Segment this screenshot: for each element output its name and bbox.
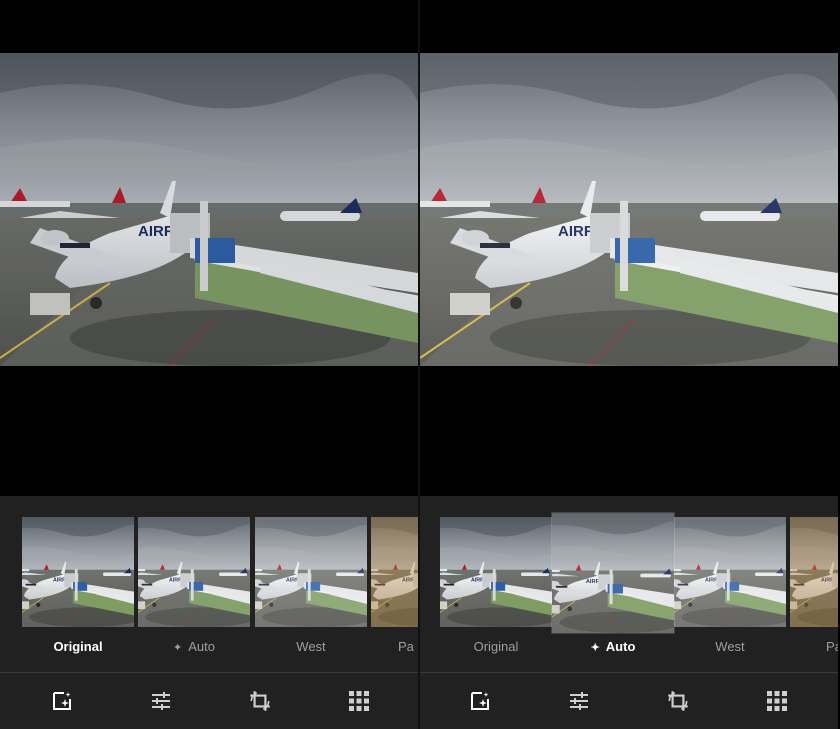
- edit-toolbar: [420, 673, 838, 729]
- edit-toolbar: [0, 673, 418, 729]
- filter-label-original[interactable]: Original: [440, 639, 552, 657]
- adjust-sliders-icon[interactable]: [147, 687, 175, 715]
- filter-label-palma[interactable]: Pa: [826, 639, 838, 657]
- auto-enhance-icon[interactable]: [48, 687, 76, 715]
- filter-label-auto-text: Auto: [605, 639, 636, 654]
- adjust-sliders-icon[interactable]: [565, 687, 593, 715]
- filter-label-auto-text: Auto: [188, 639, 215, 654]
- filter-strip[interactable]: Original ✦ Auto West Pa: [420, 496, 838, 672]
- photo-preview: [0, 53, 418, 366]
- filter-label-palma[interactable]: Pa: [398, 639, 418, 657]
- filter-label-west[interactable]: West: [255, 639, 367, 657]
- photo-preview: [420, 53, 838, 366]
- before-panel: Original ✦ Auto West Pa: [0, 0, 418, 729]
- crop-rotate-icon[interactable]: [664, 687, 692, 715]
- filter-label-west[interactable]: West: [674, 639, 786, 657]
- filter-thumb-west[interactable]: [674, 517, 786, 627]
- filter-grid-icon[interactable]: [763, 687, 791, 715]
- filter-thumb-west[interactable]: [255, 517, 367, 627]
- filter-thumb-original[interactable]: [440, 517, 552, 627]
- filter-strip[interactable]: Original ✦ Auto West Pa: [0, 496, 418, 672]
- filter-label-auto[interactable]: ✦ Auto: [552, 639, 674, 657]
- filter-grid-icon[interactable]: [345, 687, 373, 715]
- filter-thumb-palma[interactable]: [371, 517, 418, 627]
- filter-thumb-auto[interactable]: [552, 513, 674, 633]
- crop-rotate-icon[interactable]: [246, 687, 274, 715]
- filter-thumb-auto[interactable]: [138, 517, 250, 627]
- filter-label-auto[interactable]: ✦ Auto: [138, 639, 250, 657]
- sparkle-icon: ✦: [590, 642, 600, 654]
- sparkle-icon: ✦: [173, 642, 183, 654]
- auto-enhance-icon[interactable]: [466, 687, 494, 715]
- filter-thumb-original[interactable]: [22, 517, 134, 627]
- filter-label-original[interactable]: Original: [22, 639, 134, 657]
- after-panel: Original ✦ Auto West Pa: [420, 0, 838, 729]
- filter-thumb-palma[interactable]: [790, 517, 838, 627]
